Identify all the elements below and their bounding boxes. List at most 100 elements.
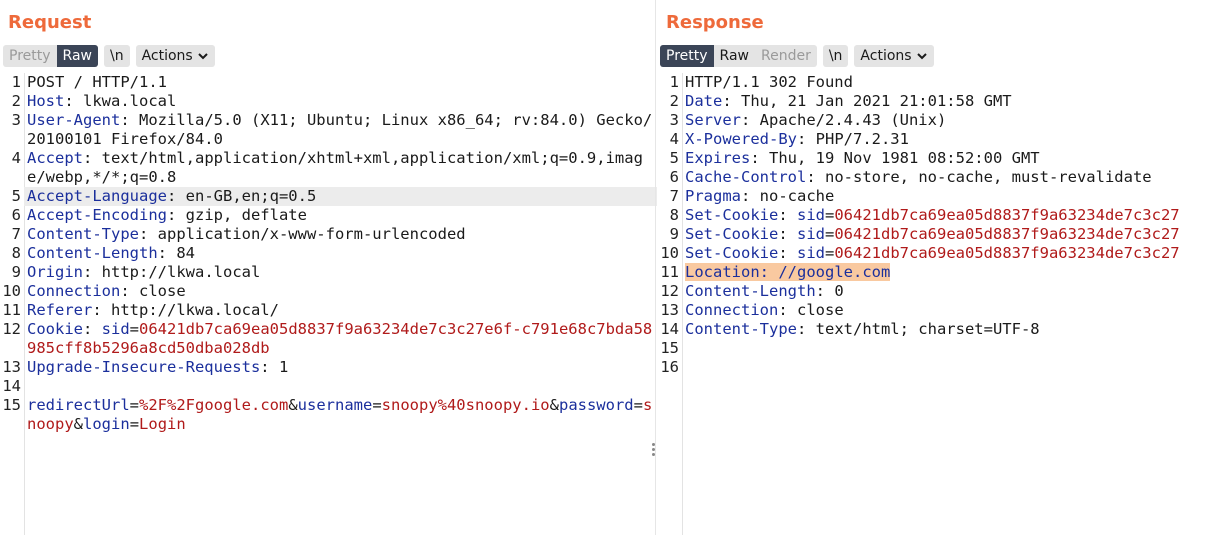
- param-name: login: [83, 415, 130, 433]
- cookie-equals: =: [825, 206, 835, 224]
- line-content: Origin: http://lkwa.local: [24, 263, 657, 282]
- request-toolbar: Pretty Raw \n Actions: [3, 45, 215, 67]
- param-name: username: [297, 396, 373, 414]
- param-equals: =: [129, 415, 140, 433]
- header-value: text/html; charset=UTF-8: [815, 320, 1040, 338]
- header-colon: :: [64, 92, 83, 110]
- header-value: http://lkwa.local/: [111, 301, 279, 319]
- editor-line: 3 User-Agent: Mozilla/5.0 (X11; Ubuntu; L…: [0, 111, 657, 149]
- request-actions-button[interactable]: Actions: [135, 45, 215, 67]
- editor-line: 9 Set-Cookie: sid=06421db7ca69ea05d8837f9…: [657, 225, 1211, 244]
- line-number: 9: [669, 225, 679, 243]
- header-colon: :: [759, 263, 779, 281]
- line-number: 11: [2, 301, 21, 319]
- response-tab-raw[interactable]: Raw: [714, 45, 755, 67]
- line-content: Connection: close: [24, 282, 657, 301]
- cookie-name: sid: [101, 320, 130, 338]
- response-editor[interactable]: 1 HTTP/1.1 302 Found 2 Date: Thu, 21 Jan 20…: [657, 73, 1211, 535]
- header-key: Accept: [27, 149, 83, 167]
- response-tab-render[interactable]: Render: [755, 45, 817, 67]
- line-content: Set-Cookie: sid=06421db7ca69ea05d8837f9a…: [682, 225, 1211, 244]
- header-colon: :: [815, 282, 835, 300]
- header-colon: :: [157, 244, 177, 262]
- line-number: 1: [11, 73, 21, 91]
- editor-line: 15 redirectUrl=%2F%2Fgoogle.com&username=…: [0, 396, 657, 434]
- editor-line: 5 Expires: Thu, 19 Nov 1981 08:52:00 GMT: [657, 149, 1211, 168]
- request-newline-toggle[interactable]: \n: [103, 45, 130, 67]
- editor-line: 1 POST / HTTP/1.1: [0, 73, 657, 92]
- header-colon: :: [778, 225, 797, 243]
- response-tab-pretty[interactable]: Pretty: [660, 45, 714, 67]
- header-colon: :: [750, 149, 769, 167]
- request-tab-pretty[interactable]: Pretty: [3, 45, 57, 67]
- line-number: 5: [669, 149, 679, 167]
- cookie-equals: =: [129, 320, 140, 338]
- editor-line: 15: [657, 339, 1211, 358]
- line-content: Date: Thu, 21 Jan 2021 21:01:58 GMT: [682, 92, 1211, 111]
- header-value: application/x-www-form-urlencoded: [157, 225, 466, 243]
- line-content: Set-Cookie: sid=06421db7ca69ea05d8837f9a…: [682, 206, 1211, 225]
- line-content: redirectUrl=%2F%2Fgoogle.com&username=sn…: [24, 396, 657, 434]
- header-key: Cache-Control: [685, 168, 807, 186]
- line-number: 12: [2, 320, 21, 338]
- line-number: 3: [669, 111, 679, 129]
- line-number: 15: [660, 339, 679, 357]
- line-content: POST / HTTP/1.1: [24, 73, 657, 92]
- line-number: 7: [11, 225, 21, 243]
- header-value: //google.com: [778, 263, 891, 281]
- line-content: X-Powered-By: PHP/7.2.31: [682, 130, 1211, 149]
- header-colon: :: [741, 111, 760, 129]
- line-content: [24, 377, 657, 396]
- header-colon: :: [120, 111, 139, 129]
- header-key: Origin: [27, 263, 83, 281]
- response-toolbar: Pretty Raw Render \n Actions: [660, 45, 934, 67]
- request-editor[interactable]: 1 POST / HTTP/1.1 2 Host: lkwa.local 3 User-A…: [0, 73, 657, 535]
- header-key: Accept-Encoding: [27, 206, 167, 224]
- line-number: 8: [669, 206, 679, 224]
- line-number: 10: [660, 244, 679, 262]
- header-key: Connection: [27, 282, 121, 300]
- header-key: Referer: [27, 301, 93, 319]
- editor-line: 13 Upgrade-Insecure-Requests: 1: [0, 358, 657, 377]
- line-text: HTTP/1.1 302 Found: [685, 73, 853, 91]
- header-colon: :: [796, 130, 816, 148]
- line-number: 2: [11, 92, 21, 110]
- line-content: Content-Length: 84: [24, 244, 657, 263]
- editor-line: 10 Connection: close: [0, 282, 657, 301]
- cookie-name: sid: [797, 225, 825, 243]
- response-pane: Response Pretty Raw Render \n Actions 1H…: [657, 0, 1211, 535]
- line-content: Accept: text/html,application/xhtml+xml,…: [24, 149, 657, 187]
- editor-line: 14 Content-Type: text/html; charset=UTF-8: [657, 320, 1211, 339]
- response-newline-toggle[interactable]: \n: [822, 45, 849, 67]
- response-actions-button[interactable]: Actions: [854, 45, 934, 67]
- header-value: close: [797, 301, 844, 319]
- pane-divider[interactable]: [655, 0, 656, 535]
- header-colon: :: [806, 168, 825, 186]
- editor-line: 9 Origin: http://lkwa.local: [0, 263, 657, 282]
- header-key: User-Agent: [27, 111, 121, 129]
- param-value: %2F%2Fgoogle.com: [139, 396, 289, 414]
- line-number: 16: [660, 358, 679, 376]
- param-value: snoopy%40snoopy.io: [381, 396, 550, 414]
- header-key: Set-Cookie: [685, 225, 779, 243]
- editor-line: 2 Date: Thu, 21 Jan 2021 21:01:58 GMT: [657, 92, 1211, 111]
- header-colon: :: [83, 320, 102, 338]
- editor-line: 6 Cache-Control: no-store, no-cache, must…: [657, 168, 1211, 187]
- highlighted-header: Location: //google.com: [685, 263, 891, 281]
- header-key: Server: [685, 111, 741, 129]
- editor-line: 6 Accept-Encoding: gzip, deflate: [0, 206, 657, 225]
- header-value: no-store, no-cache, must-revalidate: [825, 168, 1152, 186]
- param-separator: &: [288, 396, 298, 414]
- cookie-equals: =: [825, 244, 835, 262]
- header-colon: :: [83, 263, 102, 281]
- line-number: 12: [660, 282, 679, 300]
- header-value: 0: [834, 282, 844, 300]
- request-tab-raw[interactable]: Raw: [56, 45, 98, 67]
- line-number: 1: [669, 73, 679, 91]
- editor-line: 13 Connection: close: [657, 301, 1211, 320]
- header-key: Accept-Language: [27, 187, 167, 205]
- header-value: Thu, 21 Jan 2021 21:01:58 GMT: [741, 92, 1012, 110]
- line-content: Server: Apache/2.4.43 (Unix): [682, 111, 1211, 130]
- line-content: User-Agent: Mozilla/5.0 (X11; Ubuntu; Li…: [24, 111, 657, 149]
- line-content: Set-Cookie: sid=06421db7ca69ea05d8837f9a…: [682, 244, 1211, 263]
